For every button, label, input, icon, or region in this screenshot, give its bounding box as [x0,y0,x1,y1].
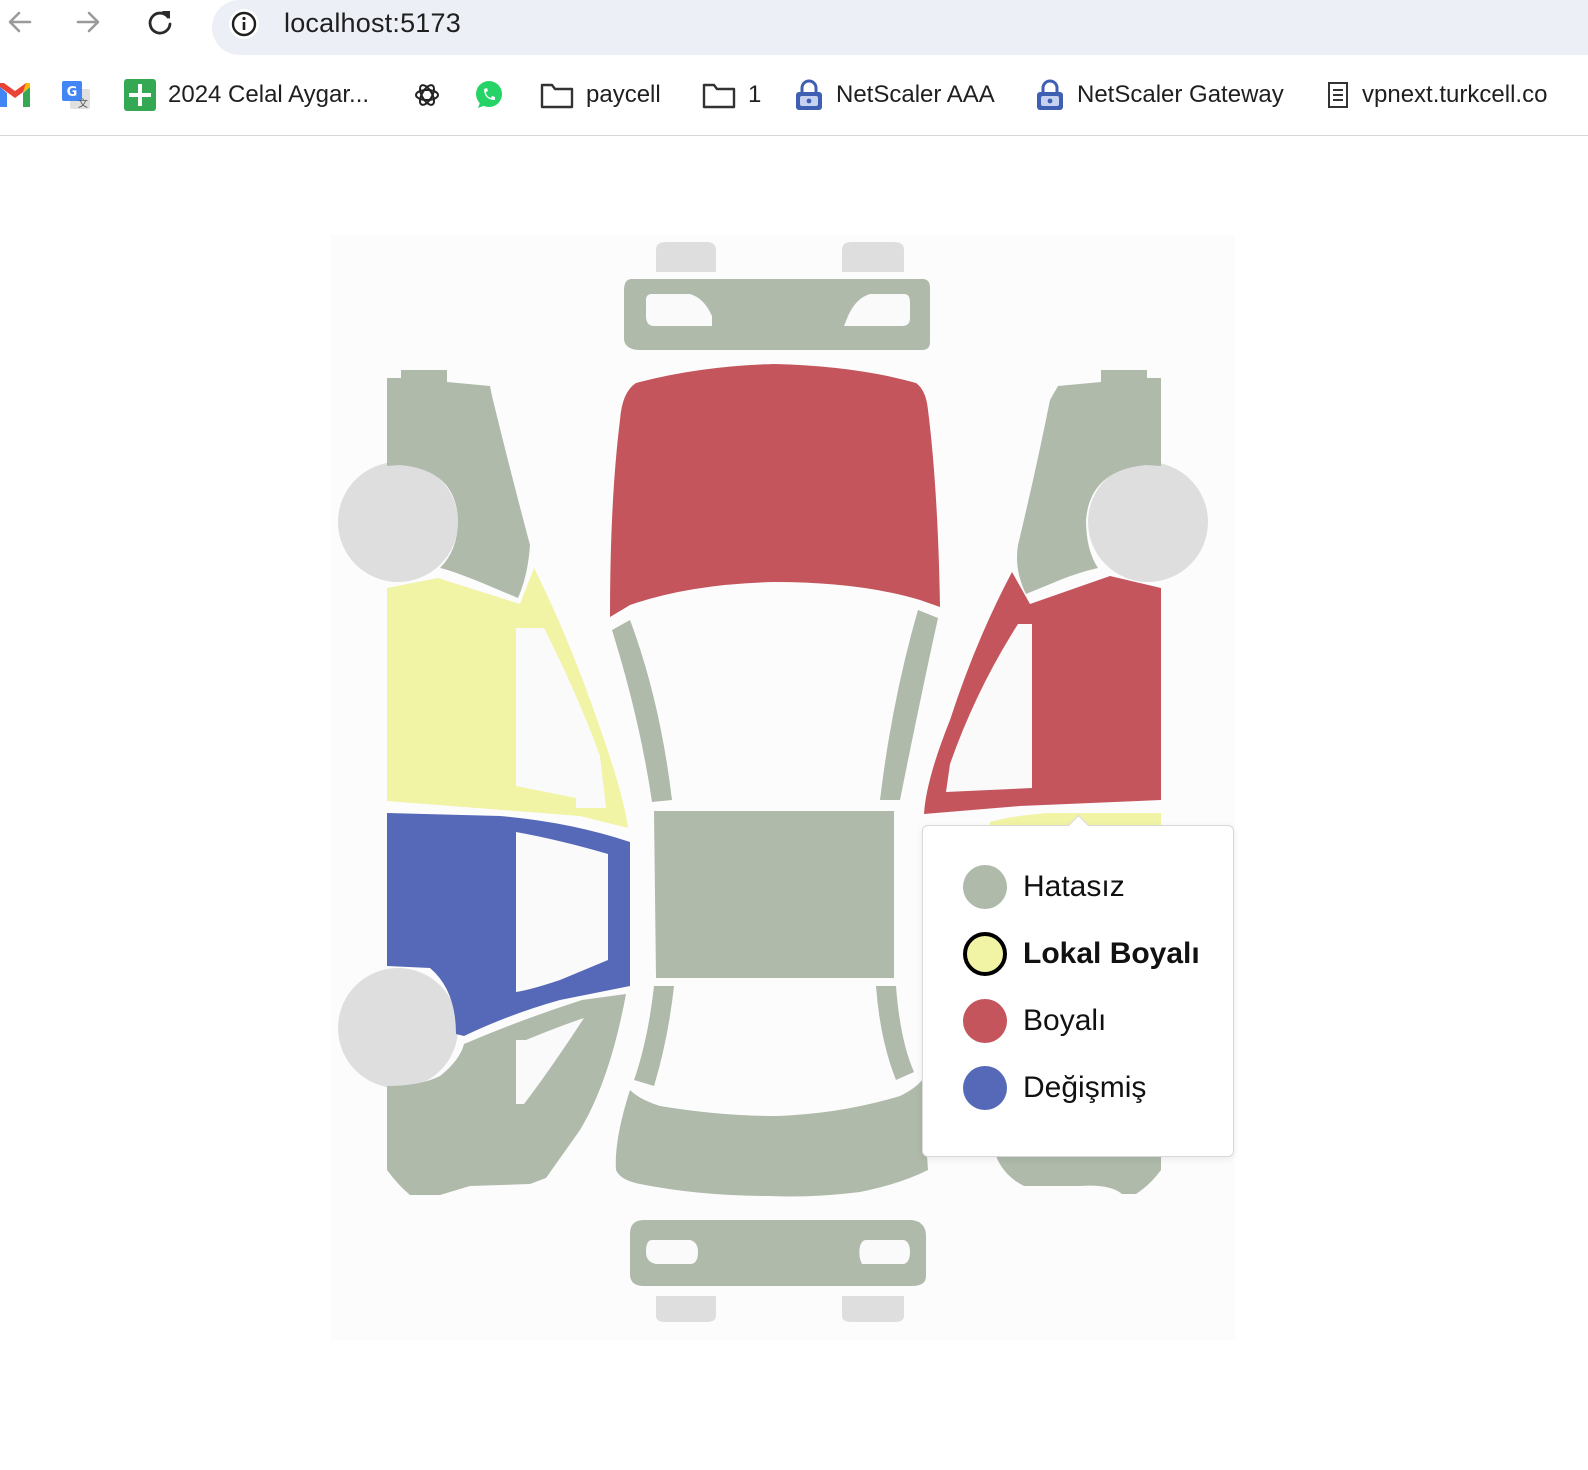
google-translate-icon: G 文 [62,81,90,110]
left-taillight [646,1240,698,1264]
page-icon [1328,82,1348,108]
legend-item-degismis[interactable]: Değişmiş [963,1066,1146,1110]
back-button[interactable] [2,4,38,40]
legend-label: Lokal Boyalı [1023,937,1200,970]
swatch-boyali [963,999,1007,1043]
bookmark-vpnext[interactable]: vpnext.turkcell.co [1326,66,1547,124]
rear-right-tyre [842,1296,904,1322]
car-diagram [330,235,1235,1340]
whatsapp-icon [476,81,502,108]
forward-button[interactable] [70,4,106,40]
swatch-lokal-boyali [963,932,1007,976]
bookmark-netscaler-aaa[interactable]: NetScaler AAA [794,66,995,124]
toolbar-divider [0,135,1588,136]
lock-icon [796,79,822,110]
legend-popover: Hatasız Lokal Boyalı Boyalı Değişmiş [922,814,1234,1157]
arrow-right-icon [76,11,100,33]
openai-icon [415,84,439,106]
svg-text:G: G [67,85,78,100]
trunk[interactable] [615,1080,928,1197]
bookmark-label: NetScaler Gateway [1077,81,1284,108]
right-c-pillar[interactable] [876,986,914,1080]
bookmark-label: NetScaler AAA [836,81,995,108]
bookmark-label: 2024 Celal Aygar... [168,81,370,108]
front-left-tyre [656,242,716,272]
gmail-icon [0,83,30,107]
legend-item-hatasiz[interactable]: Hatasız [963,865,1125,909]
rear-left-tyre [656,1296,716,1322]
bookmark-label: 1 [748,81,762,108]
arrow-left-icon [8,11,32,33]
svg-text:文: 文 [78,97,88,110]
lock-icon [1037,79,1063,110]
swatch-hatasiz [963,865,1007,909]
legend-item-boyali[interactable]: Boyalı [963,999,1106,1043]
folder-icon [702,83,736,109]
hood[interactable] [610,364,940,617]
right-a-pillar[interactable] [880,610,938,800]
bookmarks-bar: G 文 2024 Celal Aygar... paycell 1 NetSca… [0,66,1588,124]
bookmark-google-translate[interactable]: G 文 [60,66,92,124]
bookmark-netscaler-gateway[interactable]: NetScaler Gateway [1035,66,1284,124]
right-taillight [859,1240,910,1264]
car-diagram-svg [338,242,1208,1322]
legend-label: Boyalı [1023,1004,1107,1037]
bookmark-gmail[interactable] [0,66,30,124]
folder-icon [540,83,574,109]
bookmark-folder-paycell[interactable]: paycell [540,66,661,124]
legend-label: Hatasız [1023,870,1125,903]
legend-label: Değişmiş [1023,1071,1147,1104]
site-info-button[interactable] [226,6,262,42]
bookmark-folder-1[interactable]: 1 [702,66,761,124]
front-right-tyre [842,242,904,272]
bookmark-chatgpt[interactable] [412,66,442,124]
reload-icon [148,11,172,35]
left-rear-wheel [338,968,458,1088]
bookmark-whatsapp[interactable] [474,66,504,124]
browser-toolbar: localhost:5173 [0,0,1588,56]
bookmark-label: paycell [586,81,661,108]
url-text: localhost:5173 [284,8,461,38]
roof[interactable] [654,811,894,978]
right-rear-fender[interactable] [996,1156,1161,1194]
google-sheets-icon [124,79,156,111]
left-front-wheel [338,462,458,582]
left-a-pillar[interactable] [612,620,672,802]
info-icon [229,9,259,39]
legend-item-lokal-boyali[interactable]: Lokal Boyalı [963,932,1200,976]
reload-button[interactable] [142,4,178,40]
left-c-pillar[interactable] [634,986,674,1086]
right-front-wheel [1088,462,1208,582]
bookmark-sheet[interactable]: 2024 Celal Aygar... [124,66,369,124]
swatch-degismis [963,1066,1007,1110]
bookmark-label: vpnext.turkcell.co [1362,81,1548,108]
address-bar[interactable]: localhost:5173 [212,0,1588,55]
